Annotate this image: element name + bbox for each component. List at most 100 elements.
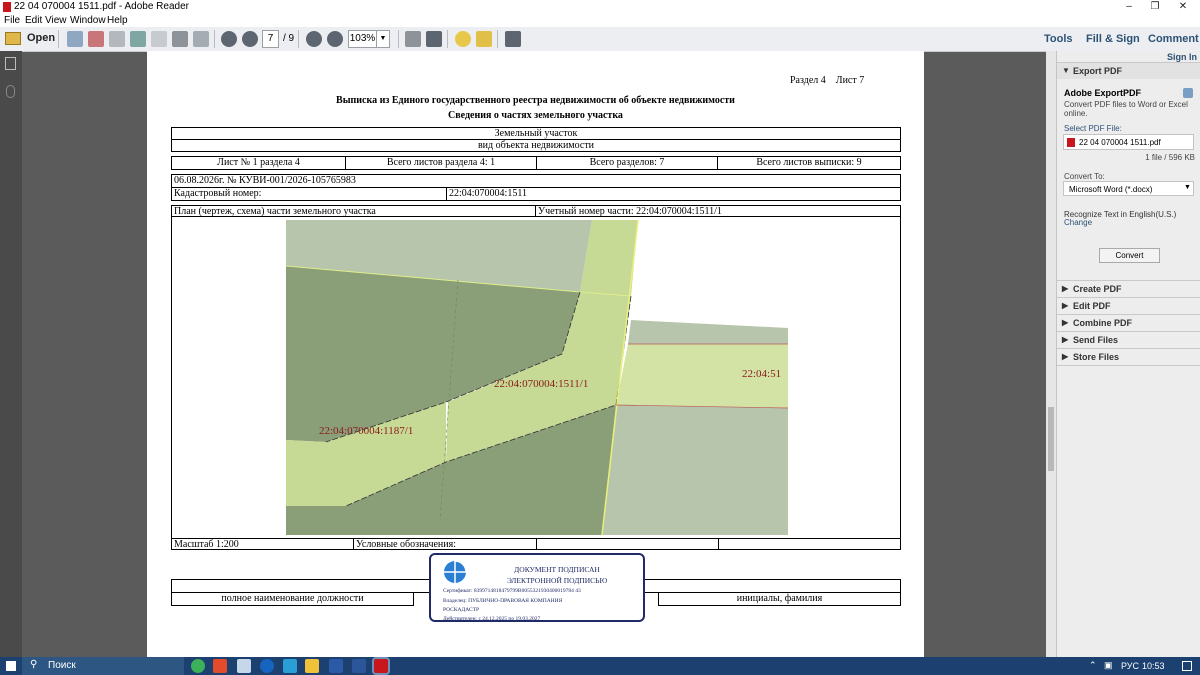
zoom-dropdown-chevron-down-icon[interactable]: ▼ <box>376 30 390 48</box>
fit-width-icon[interactable] <box>405 31 421 47</box>
selected-file-box[interactable]: 22 04 070004 1511.pdf <box>1063 134 1194 150</box>
date-number: 06.08.2026г. № КУВИ-001/2026-105765983 <box>171 174 901 188</box>
sheet-number: Лист № 1 раздела 4 <box>171 156 346 170</box>
tab-fill-sign[interactable]: Fill & Sign <box>1078 27 1148 51</box>
folder-icon <box>5 32 21 45</box>
toolbar-separator <box>214 30 215 48</box>
yandex-browser-icon[interactable] <box>213 659 227 673</box>
chevron-right-icon: ▶ <box>1062 352 1069 361</box>
create-pdf-section[interactable]: ▶ Create PDF <box>1057 280 1200 297</box>
network-icon[interactable]: ▣ <box>1104 660 1113 671</box>
print-icon[interactable] <box>172 31 188 47</box>
pdf-page: Раздел 4 Лист 7 Выписка из Единого госуд… <box>147 51 924 657</box>
comment-icon[interactable] <box>455 31 471 47</box>
selected-file-name: 22 04 070004 1511.pdf <box>1079 138 1161 147</box>
stamp-divider <box>431 580 643 581</box>
chevron-right-icon: ▶ <box>1062 335 1069 344</box>
zoom-in-icon[interactable] <box>327 31 343 47</box>
app-icon[interactable] <box>329 659 343 673</box>
restore-icon[interactable]: ❐ <box>1142 0 1168 14</box>
next-page-icon[interactable] <box>242 31 258 47</box>
edge-browser-icon[interactable] <box>260 659 274 673</box>
menu-edit[interactable]: Edit <box>25 14 42 27</box>
title-bar: 22 04 070004 1511.pdf - Adobe Reader – ❐… <box>0 0 1200 14</box>
page-number-input[interactable]: 7 <box>262 30 279 48</box>
file-icon[interactable] <box>237 659 251 673</box>
previous-page-icon[interactable] <box>221 31 237 47</box>
parcel-right-bottom <box>602 405 788 535</box>
edit-pdf-section[interactable]: ▶ Edit PDF <box>1057 297 1200 314</box>
vertical-scrollbar[interactable] <box>1046 51 1056 657</box>
tab-comment[interactable]: Comment <box>1140 27 1200 51</box>
send-files-section[interactable]: ▶ Send Files <box>1057 331 1200 348</box>
chevron-up-icon[interactable]: ⌃ <box>1089 660 1097 671</box>
cadastral-value: 22:04:070004:1511 <box>446 187 901 201</box>
store-files-section[interactable]: ▶ Store Files <box>1057 348 1200 366</box>
menu-help[interactable]: Help <box>107 14 128 27</box>
adobe-reader-icon[interactable] <box>372 657 390 675</box>
toolbar-separator <box>447 30 448 48</box>
menu-file[interactable]: File <box>4 14 20 27</box>
create-pdf-icon[interactable] <box>67 31 83 47</box>
open-button[interactable]: Open <box>27 32 55 44</box>
chevron-right-icon: ▶ <box>1062 284 1069 293</box>
edit-icon[interactable] <box>109 31 125 47</box>
app-icon[interactable] <box>191 659 205 673</box>
export-service-icon <box>1183 88 1193 98</box>
close-icon[interactable]: ✕ <box>1170 0 1196 14</box>
email-icon[interactable] <box>193 31 209 47</box>
menu-view[interactable]: View <box>45 14 67 27</box>
chevron-down-icon: ▼ <box>1184 184 1191 191</box>
toolbar-separator <box>497 30 498 48</box>
stamp-owner2: РОСКАДАСТР <box>443 607 480 613</box>
windows-start-icon[interactable] <box>6 661 16 671</box>
stamp-validity: Действителен: с 24.12.2025 по 19.03.2027 <box>443 616 541 622</box>
word-icon[interactable] <box>352 659 366 673</box>
convert-to-select[interactable]: Microsoft Word (*.docx) ▼ <box>1063 181 1194 196</box>
cloud-icon[interactable] <box>130 31 146 47</box>
clock[interactable]: 10:53 <box>1142 661 1165 671</box>
document-subtitle: Сведения о частях земельного участка <box>448 110 623 121</box>
taskbar: ⚲ Поиск ⌃ ▣ РУС 10:53 <box>0 657 1200 675</box>
stamp-certificate: Сертификат: 8399714818479799B00553219304… <box>443 588 581 594</box>
pages-thumbnail-icon[interactable] <box>5 57 16 70</box>
window-title: 22 04 070004 1511.pdf - Adobe Reader <box>14 1 189 12</box>
pdf-file-icon <box>1067 138 1075 147</box>
fullscreen-icon[interactable] <box>505 31 521 47</box>
file-explorer-icon[interactable] <box>305 659 319 673</box>
electronic-signature-stamp: ДОКУМЕНТ ПОДПИСАН ЭЛЕКТРОННОЙ ПОДПИСЬЮ С… <box>429 553 645 622</box>
pdf-convert-icon[interactable] <box>88 31 104 47</box>
scale-label: Масштаб 1:200 <box>171 538 354 550</box>
export-pdf-section-header[interactable]: ▼ Export PDF <box>1057 62 1200 79</box>
menu-window[interactable]: Window <box>70 14 106 27</box>
zoom-out-icon[interactable] <box>306 31 322 47</box>
search-box[interactable]: ⚲ Поиск <box>22 657 184 675</box>
stamp-line1: ДОКУМЕНТ ПОДПИСАН <box>514 565 600 574</box>
zoom-input[interactable]: 103% <box>348 30 377 48</box>
app-icon[interactable] <box>283 659 297 673</box>
stamp-owner: Владелец: ПУБЛИЧНО-ПРАВОВАЯ КОМПАНИЯ <box>443 598 563 604</box>
position-caption: полное наименование должности <box>171 592 414 606</box>
service-title: Adobe ExportPDF <box>1064 88 1142 98</box>
scrollbar-thumb[interactable] <box>1048 407 1054 471</box>
convert-to-label: Convert To: <box>1064 172 1105 181</box>
chevron-down-icon: ▼ <box>1062 66 1070 75</box>
language-indicator[interactable]: РУС <box>1121 661 1139 671</box>
convert-button[interactable]: Convert <box>1099 248 1160 263</box>
legend-cell-empty <box>536 538 719 550</box>
tab-tools[interactable]: Tools <box>1036 27 1081 51</box>
sign-in-link[interactable]: Sign In <box>1167 52 1197 62</box>
save-icon[interactable] <box>151 31 167 47</box>
notifications-icon[interactable] <box>1182 661 1192 671</box>
fit-page-icon[interactable] <box>426 31 442 47</box>
combine-pdf-section[interactable]: ▶ Combine PDF <box>1057 314 1200 331</box>
change-link[interactable]: Change <box>1064 218 1092 227</box>
attachment-icon[interactable] <box>6 85 15 98</box>
pdf-app-icon <box>3 2 11 12</box>
minimize-icon[interactable]: – <box>1116 0 1142 14</box>
chevron-right-icon: ▶ <box>1062 301 1069 310</box>
object-type-caption: вид объекта недвижимости <box>171 139 901 152</box>
page-total: / 9 <box>283 33 295 44</box>
highlight-icon[interactable] <box>476 31 492 47</box>
select-file-label: Select PDF File: <box>1064 124 1122 133</box>
